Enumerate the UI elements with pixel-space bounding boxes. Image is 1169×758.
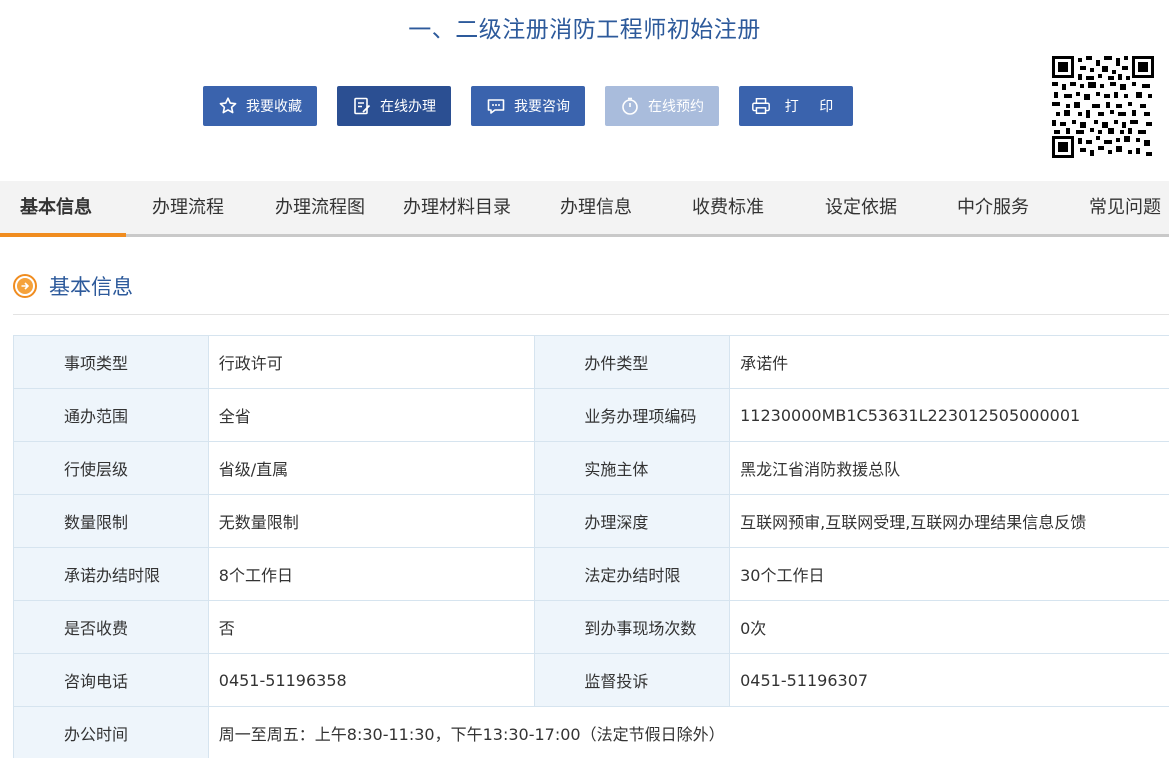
promised-time-value: 8个工作日	[207, 547, 536, 601]
quantity-limit-label: 数量限制	[13, 494, 209, 548]
legal-time-label: 法定办结时限	[534, 547, 731, 601]
case-type-value: 承诺件	[729, 335, 1169, 389]
case-type-label: 办件类型	[534, 335, 731, 389]
implementer-value: 黑龙江省消防救援总队	[729, 441, 1169, 495]
favorite-button[interactable]: 我要收藏	[203, 86, 317, 126]
print-label: 打 印	[784, 99, 842, 115]
chat-icon	[486, 96, 506, 116]
table-row: 承诺办结时限 8个工作日 法定办结时限 30个工作日	[13, 547, 1169, 601]
edit-form-icon	[352, 96, 372, 116]
favorite-label: 我要收藏	[246, 99, 302, 115]
tab-agency-service[interactable]: 中介服务	[957, 181, 1029, 234]
table-row: 事项类型 行政许可 办件类型 承诺件	[13, 335, 1169, 389]
consult-button[interactable]: 我要咨询	[471, 86, 585, 126]
office-hours-label: 办公时间	[13, 706, 209, 758]
scope-value: 全省	[207, 388, 536, 442]
active-tab-indicator	[0, 233, 126, 237]
visit-count-value: 0次	[729, 600, 1169, 654]
tab-bar: 基本信息 办理流程 办理流程图 办理材料目录 办理信息 收费标准 设定依据 中介…	[0, 181, 1169, 237]
print-button[interactable]: 打 印	[739, 86, 853, 126]
arrow-circle-icon	[13, 274, 37, 298]
tab-legal-basis[interactable]: 设定依据	[825, 181, 897, 234]
clock-icon	[620, 96, 640, 116]
consult-phone-label: 咨询电话	[13, 653, 209, 707]
fee-label: 是否收费	[13, 600, 209, 654]
fee-value: 否	[207, 600, 536, 654]
item-type-value: 行政许可	[207, 335, 536, 389]
item-type-label: 事项类型	[13, 335, 209, 389]
level-value: 省级/直属	[207, 441, 536, 495]
section-title: 基本信息	[49, 275, 133, 299]
action-bar: 我要收藏 在线办理 我要咨询 在线预约 打 印	[203, 86, 873, 126]
page-title: 一、二级注册消防工程师初始注册	[408, 17, 761, 43]
qr-code-icon	[1052, 56, 1154, 158]
tab-faq[interactable]: 常见问题	[1089, 181, 1161, 234]
section-divider	[13, 314, 1169, 315]
tab-fees[interactable]: 收费标准	[692, 181, 764, 234]
table-row: 咨询电话 0451-51196358 监督投诉 0451-51196307	[13, 653, 1169, 707]
office-hours-value: 周一至周五：上午8:30-11:30，下午13:30-17:00（法定节假日除外…	[207, 706, 1169, 758]
consult-phone-value: 0451-51196358	[207, 653, 536, 707]
tab-materials[interactable]: 办理材料目录	[403, 181, 511, 234]
complaint-phone-value: 0451-51196307	[729, 653, 1169, 707]
business-code-label: 业务办理项编码	[534, 388, 731, 442]
section-header: 基本信息	[13, 271, 133, 301]
tab-process[interactable]: 办理流程	[152, 181, 224, 234]
reserve-button[interactable]: 在线预约	[605, 86, 719, 126]
tab-basic-info[interactable]: 基本信息	[20, 181, 92, 234]
business-code-value: 11230000MB1C53631L223012505000001	[729, 388, 1169, 442]
printer-icon	[751, 96, 771, 116]
tab-handling-info[interactable]: 办理信息	[560, 181, 632, 234]
consult-label: 我要咨询	[514, 99, 570, 115]
table-row: 行使层级 省级/直属 实施主体 黑龙江省消防救援总队	[13, 441, 1169, 495]
table-row: 通办范围 全省 业务办理项编码 11230000MB1C53631L223012…	[13, 388, 1169, 442]
complaint-phone-label: 监督投诉	[534, 653, 731, 707]
table-row: 数量限制 无数量限制 办理深度 互联网预审,互联网受理,互联网办理结果信息反馈	[13, 494, 1169, 548]
table-row: 办公时间 周一至周五：上午8:30-11:30，下午13:30-17:00（法定…	[13, 706, 1169, 758]
online-apply-label: 在线办理	[380, 99, 436, 115]
visit-count-label: 到办事现场次数	[534, 600, 731, 654]
legal-time-value: 30个工作日	[729, 547, 1169, 601]
promised-time-label: 承诺办结时限	[13, 547, 209, 601]
scope-label: 通办范围	[13, 388, 209, 442]
star-icon	[218, 96, 238, 116]
basic-info-table: 事项类型 行政许可 办件类型 承诺件 通办范围 全省 业务办理项编码 11230…	[13, 335, 1169, 758]
online-apply-button[interactable]: 在线办理	[337, 86, 451, 126]
handling-depth-label: 办理深度	[534, 494, 731, 548]
implementer-label: 实施主体	[534, 441, 731, 495]
tab-process-chart[interactable]: 办理流程图	[275, 181, 365, 234]
level-label: 行使层级	[13, 441, 209, 495]
handling-depth-value: 互联网预审,互联网受理,互联网办理结果信息反馈	[729, 494, 1169, 548]
reserve-label: 在线预约	[648, 99, 704, 115]
quantity-limit-value: 无数量限制	[207, 494, 536, 548]
table-row: 是否收费 否 到办事现场次数 0次	[13, 600, 1169, 654]
